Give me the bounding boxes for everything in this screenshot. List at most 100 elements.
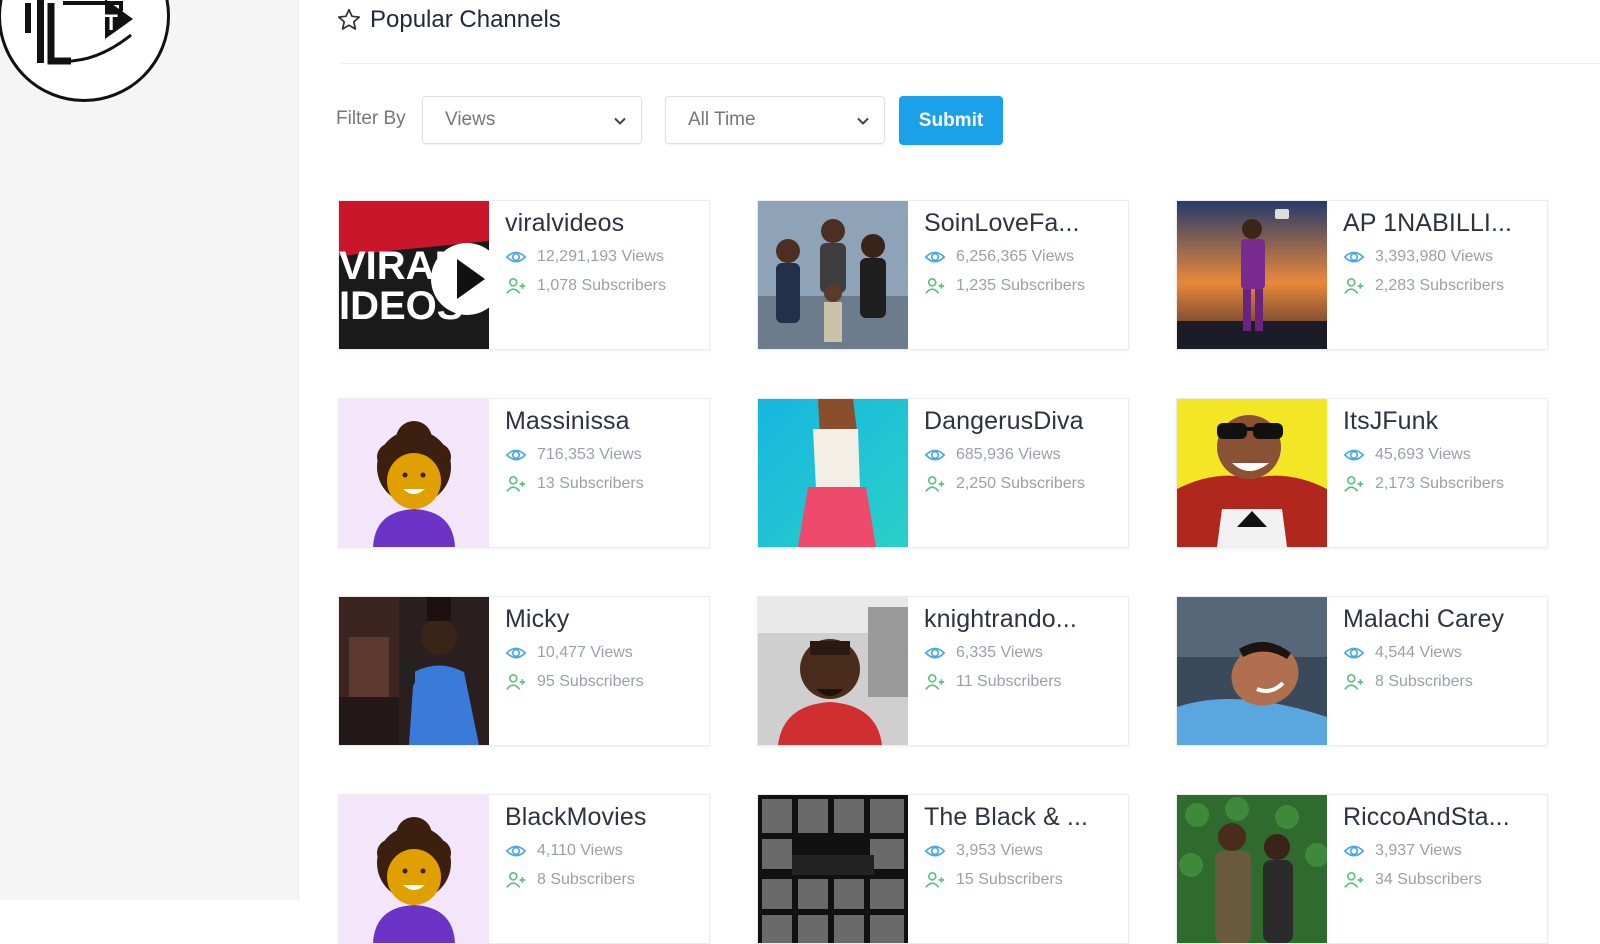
- channel-card[interactable]: BlackMovies 4,110 Views 8 Subscribers: [338, 794, 710, 944]
- views-eye-icon: [924, 647, 946, 659]
- channel-views-text: 6,335 Views: [956, 644, 1043, 661]
- time-range-select[interactable]: All Time: [665, 96, 885, 144]
- channel-subscribers: 8 Subscribers: [505, 871, 709, 889]
- channel-thumbnail[interactable]: [758, 201, 908, 349]
- channel-name[interactable]: AP 1NABILLI...: [1343, 209, 1547, 238]
- channel-name[interactable]: knightrando...: [924, 605, 1128, 634]
- channel-card[interactable]: The Black & ... 3,953 Views 15 Subscribe…: [757, 794, 1129, 944]
- channel-views-text: 6,256,365 Views: [956, 248, 1075, 265]
- channel-views: 4,110 Views: [505, 842, 709, 860]
- channel-name[interactable]: BlackMovies: [505, 803, 709, 832]
- subscribers-user-icon: [1344, 872, 1364, 888]
- channel-name[interactable]: RiccoAndSta...: [1343, 803, 1547, 832]
- channel-thumbnail[interactable]: [1177, 399, 1327, 547]
- channel-name[interactable]: Massinissa: [505, 407, 709, 436]
- channel-subscribers: 11 Subscribers: [924, 673, 1128, 691]
- channel-thumbnail[interactable]: [758, 399, 908, 547]
- channel-subscribers-text: 2,250 Subscribers: [956, 475, 1085, 492]
- subscribers-user-icon: [506, 674, 526, 690]
- views-eye-icon: [924, 251, 946, 263]
- channel-info: The Black & ... 3,953 Views 15 Subscribe…: [908, 795, 1128, 943]
- channel-thumbnail[interactable]: [758, 795, 908, 943]
- channel-views-text: 4,544 Views: [1375, 644, 1462, 661]
- channel-card[interactable]: VIRAL IDEOS viralvideos 12,291,193 Views …: [338, 200, 710, 350]
- channel-thumbnail[interactable]: [1177, 597, 1327, 745]
- time-range-value: All Time: [688, 109, 756, 130]
- svg-text:TBT: TBT: [75, 10, 118, 35]
- channel-info: DangerusDiva 685,936 Views 2,250 Subscri…: [908, 399, 1128, 547]
- channel-thumbnail-image: [758, 201, 908, 349]
- channel-subscribers: 2,283 Subscribers: [1343, 277, 1547, 295]
- channel-info: Micky 10,477 Views 95 Subscribers: [489, 597, 709, 745]
- channel-thumbnail-image: [758, 795, 908, 943]
- channel-card[interactable]: RiccoAndSta... 3,937 Views 34 Subscriber…: [1176, 794, 1548, 944]
- submit-button[interactable]: Submit: [899, 96, 1003, 145]
- channel-views: 12,291,193 Views: [505, 248, 709, 266]
- channel-views: 716,353 Views: [505, 446, 709, 464]
- channel-thumbnail[interactable]: [758, 597, 908, 745]
- channel-name[interactable]: viralvideos: [505, 209, 709, 238]
- channel-thumbnail[interactable]: [339, 597, 489, 745]
- channel-views-text: 3,953 Views: [956, 842, 1043, 859]
- views-eye-icon: [505, 449, 527, 461]
- channel-thumbnail-image: [1177, 597, 1327, 745]
- sort-by-select[interactable]: Views: [422, 96, 642, 144]
- channel-name[interactable]: ItsJFunk: [1343, 407, 1547, 436]
- channel-subscribers: 1,235 Subscribers: [924, 277, 1128, 295]
- channel-card[interactable]: AP 1NABILLI... 3,393,980 Views 2,283 Sub…: [1176, 200, 1548, 350]
- channel-subscribers: 1,078 Subscribers: [505, 277, 709, 295]
- channel-thumbnail[interactable]: [339, 399, 489, 547]
- channel-thumbnail-image: [758, 399, 908, 547]
- sort-by-value: Views: [445, 109, 496, 130]
- channel-card[interactable]: DangerusDiva 685,936 Views 2,250 Subscri…: [757, 398, 1129, 548]
- channel-card[interactable]: Micky 10,477 Views 95 Subscribers: [338, 596, 710, 746]
- channel-name[interactable]: DangerusDiva: [924, 407, 1128, 436]
- channel-name[interactable]: SoinLoveFa...: [924, 209, 1128, 238]
- views-eye-icon: [924, 449, 946, 461]
- channel-card[interactable]: Malachi Carey 4,544 Views 8 Subscribers: [1176, 596, 1548, 746]
- subscribers-user-icon: [925, 872, 945, 888]
- title-divider: [340, 63, 1600, 64]
- channel-views-text: 716,353 Views: [537, 446, 642, 463]
- subscribers-user-icon: [506, 872, 526, 888]
- channel-name[interactable]: The Black & ...: [924, 803, 1128, 832]
- channel-subscribers-text: 15 Subscribers: [956, 871, 1063, 888]
- channel-subscribers-text: 1,078 Subscribers: [537, 277, 666, 294]
- channel-thumbnail-image: VIRALIDEOS: [339, 201, 489, 349]
- subscribers-user-icon: [925, 674, 945, 690]
- subscribers-user-icon: [506, 476, 526, 492]
- channel-subscribers: 15 Subscribers: [924, 871, 1128, 889]
- channel-name[interactable]: Micky: [505, 605, 709, 634]
- channel-thumbnail[interactable]: [339, 795, 489, 943]
- channel-subscribers-text: 34 Subscribers: [1375, 871, 1482, 888]
- channel-views: 6,256,365 Views: [924, 248, 1128, 266]
- site-logo[interactable]: TBT: [0, 0, 170, 102]
- views-eye-icon: [1343, 647, 1365, 659]
- channel-thumbnail[interactable]: VIRAL IDEOS: [339, 201, 489, 349]
- channel-thumbnail[interactable]: [1177, 795, 1327, 943]
- channel-info: BlackMovies 4,110 Views 8 Subscribers: [489, 795, 709, 943]
- channel-subscribers-text: 2,173 Subscribers: [1375, 475, 1504, 492]
- subscribers-user-icon: [1344, 476, 1364, 492]
- channel-card[interactable]: SoinLoveFa... 6,256,365 Views 1,235 Subs…: [757, 200, 1129, 350]
- channel-views: 3,953 Views: [924, 842, 1128, 860]
- channel-thumbnail-image: [1177, 201, 1327, 349]
- views-eye-icon: [1343, 845, 1365, 857]
- channel-views: 10,477 Views: [505, 644, 709, 662]
- channel-thumbnail[interactable]: [1177, 201, 1327, 349]
- subscribers-user-icon: [1344, 674, 1364, 690]
- channel-subscribers-text: 8 Subscribers: [537, 871, 635, 888]
- channel-info: Malachi Carey 4,544 Views 8 Subscribers: [1327, 597, 1547, 745]
- channel-name[interactable]: Malachi Carey: [1343, 605, 1547, 634]
- channel-subscribers: 2,173 Subscribers: [1343, 475, 1547, 493]
- channel-subscribers: 95 Subscribers: [505, 673, 709, 691]
- subscribers-user-icon: [925, 278, 945, 294]
- channel-views-text: 10,477 Views: [537, 644, 633, 661]
- filter-label: Filter By: [336, 108, 406, 129]
- views-eye-icon: [505, 647, 527, 659]
- channel-card[interactable]: ItsJFunk 45,693 Views 2,173 Subscribers: [1176, 398, 1548, 548]
- channel-info: knightrando... 6,335 Views 11 Subscriber…: [908, 597, 1128, 745]
- views-eye-icon: [1343, 449, 1365, 461]
- channel-card[interactable]: Massinissa 716,353 Views 13 Subscribers: [338, 398, 710, 548]
- channel-card[interactable]: knightrando... 6,335 Views 11 Subscriber…: [757, 596, 1129, 746]
